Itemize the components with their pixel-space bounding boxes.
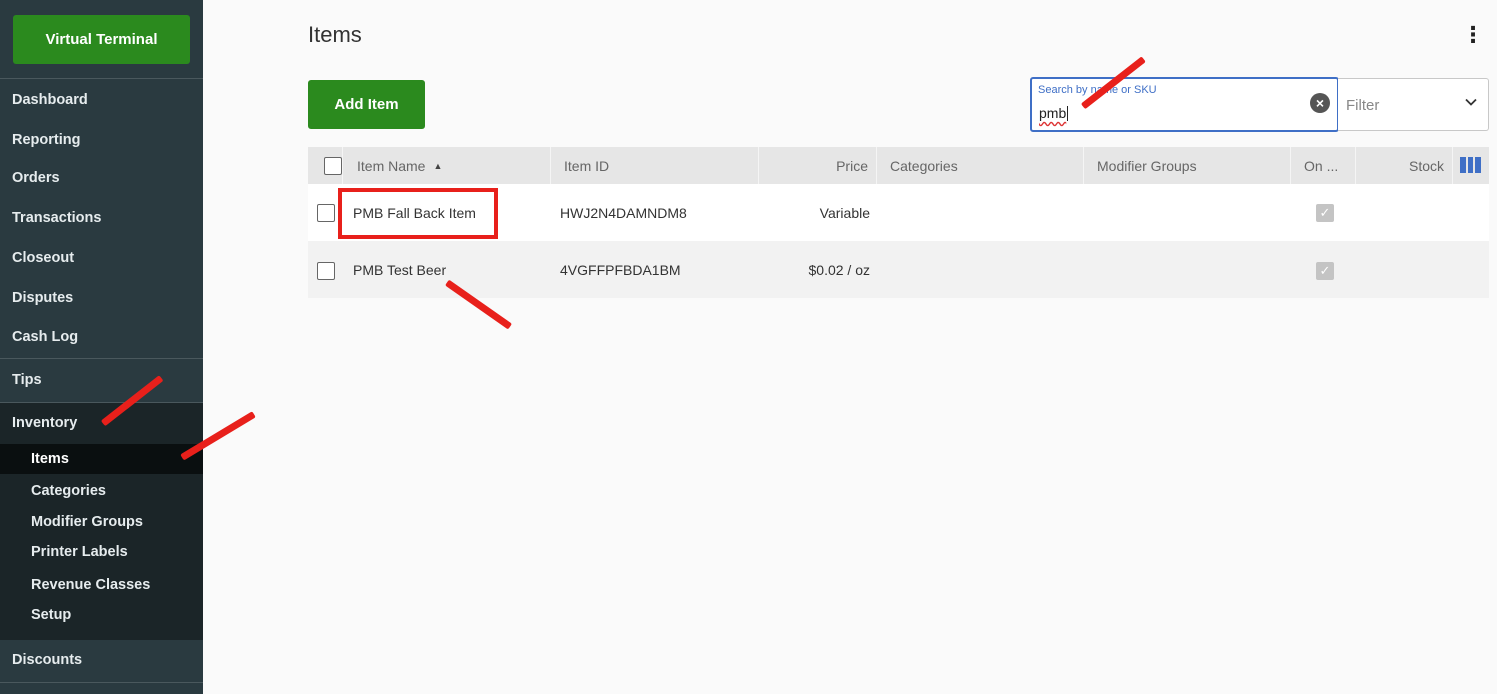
column-header-on[interactable]: On ... xyxy=(1291,147,1356,184)
sort-ascending-icon: ▲ xyxy=(433,160,443,171)
cell-item-id: 4VGFFPFBDA1BM xyxy=(560,261,681,278)
sidebar-item-cash-log[interactable]: Cash Log xyxy=(0,318,203,356)
online-check-icon: ✓ xyxy=(1316,262,1334,280)
search-input[interactable]: Search by name or SKU pmb × xyxy=(1030,77,1339,132)
kebab-menu-icon[interactable]: ⋮ xyxy=(1462,24,1484,48)
column-header-price[interactable]: Price xyxy=(759,147,877,184)
sidebar-subitem-printer-labels[interactable]: Printer Labels xyxy=(0,537,203,567)
column-header-modifier-groups[interactable]: Modifier Groups xyxy=(1084,147,1291,184)
cell-item-name[interactable]: PMB Test Beer xyxy=(353,241,446,298)
column-label: Item ID xyxy=(564,157,610,174)
column-label: Stock xyxy=(1408,157,1444,174)
online-check-icon: ✓ xyxy=(1316,204,1334,222)
sidebar-subitem-categories[interactable]: Categories xyxy=(0,476,203,506)
cell-item-id: HWJ2N4DAMNDM8 xyxy=(560,204,687,221)
sidebar-subitem-modifier-groups[interactable]: Modifier Groups xyxy=(0,507,203,537)
cell-price: $0.02 / oz xyxy=(808,261,871,278)
row-checkbox[interactable] xyxy=(317,262,335,280)
sidebar-item-closeout[interactable]: Closeout xyxy=(0,239,203,277)
column-header-item-id[interactable]: Item ID xyxy=(551,147,759,184)
sidebar-divider xyxy=(0,358,203,359)
add-item-button[interactable]: Add Item xyxy=(308,80,425,129)
sidebar-item-reporting[interactable]: Reporting xyxy=(0,121,203,159)
select-all-checkbox[interactable] xyxy=(324,157,342,175)
search-value[interactable]: pmb xyxy=(1039,105,1069,121)
sidebar-item-disputes[interactable]: Disputes xyxy=(0,279,203,317)
filter-select[interactable]: Filter xyxy=(1338,78,1489,131)
sidebar-subitem-setup[interactable]: Setup xyxy=(0,600,203,630)
virtual-terminal-container: Virtual Terminal xyxy=(0,0,203,79)
sidebar: Virtual Terminal Dashboard Reporting Ord… xyxy=(0,0,203,694)
column-label: Price xyxy=(836,157,868,174)
sidebar-item-dashboard[interactable]: Dashboard xyxy=(0,81,203,119)
sidebar-item-inventory[interactable]: Inventory xyxy=(0,404,203,442)
annotation-highlight-box xyxy=(338,188,498,239)
column-header-item-name[interactable]: Item Name ▲ xyxy=(343,147,551,184)
column-label: On ... xyxy=(1304,157,1339,174)
sidebar-item-transactions[interactable]: Transactions xyxy=(0,199,203,237)
columns-settings-icon[interactable] xyxy=(1460,157,1482,173)
sidebar-subitem-items[interactable]: Items xyxy=(0,444,203,474)
filter-placeholder: Filter xyxy=(1346,97,1380,114)
clear-search-icon[interactable]: × xyxy=(1310,93,1330,113)
chevron-down-icon xyxy=(1465,98,1477,106)
search-value-text: pmb xyxy=(1039,105,1067,121)
column-label: Categories xyxy=(890,157,958,174)
table-header: Item Name ▲ Item ID Price Categories Mod… xyxy=(308,147,1489,184)
page-title: Items xyxy=(308,22,362,47)
sidebar-item-tips[interactable]: Tips xyxy=(0,361,203,399)
text-caret xyxy=(1067,106,1069,121)
sidebar-subitem-revenue-classes[interactable]: Revenue Classes xyxy=(0,570,203,600)
row-checkbox[interactable] xyxy=(317,204,335,222)
virtual-terminal-button[interactable]: Virtual Terminal xyxy=(13,14,190,64)
sidebar-item-orders[interactable]: Orders xyxy=(0,159,203,197)
sidebar-divider xyxy=(0,682,203,683)
table-row[interactable]: PMB Test Beer 4VGFFPFBDA1BM $0.02 / oz ✓ xyxy=(308,241,1489,298)
header-select-cell xyxy=(308,147,343,184)
column-header-categories[interactable]: Categories xyxy=(877,147,1084,184)
cell-price: Variable xyxy=(819,204,870,221)
column-label: Item Name xyxy=(357,157,426,174)
column-label: Modifier Groups xyxy=(1097,157,1197,174)
column-header-stock[interactable]: Stock xyxy=(1356,147,1453,184)
sidebar-item-discounts[interactable]: Discounts xyxy=(0,641,203,679)
